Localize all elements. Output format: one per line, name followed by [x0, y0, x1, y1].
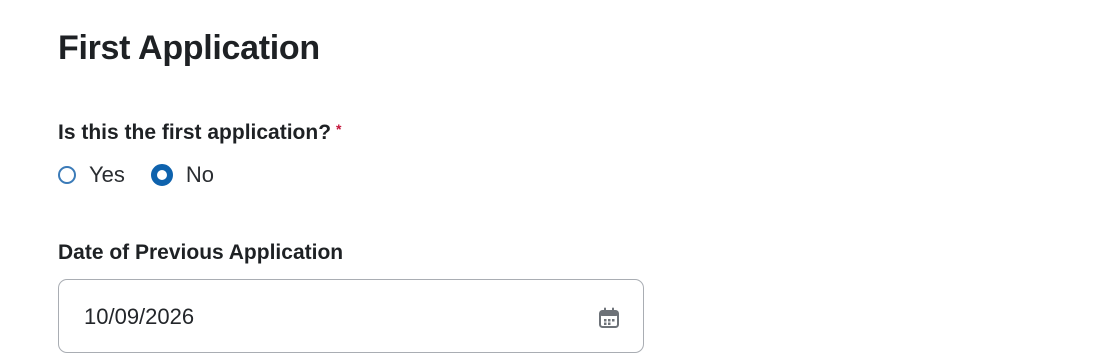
- radio-yes-label: Yes: [89, 162, 125, 187]
- calendar-icon[interactable]: [597, 306, 621, 330]
- radio-yes-unchecked[interactable]: [58, 166, 76, 184]
- previous-application-date-field[interactable]: [58, 279, 644, 354]
- question-text: Is this the first application?: [58, 121, 332, 144]
- first-application-question-label: Is this the first application? *: [58, 117, 341, 145]
- date-input[interactable]: [84, 280, 564, 354]
- radio-no-checked[interactable]: [150, 164, 173, 186]
- radio-option-no[interactable]: No: [150, 161, 215, 189]
- first-application-radio-group: Yes No: [58, 161, 214, 189]
- radio-option-yes[interactable]: Yes: [58, 161, 125, 189]
- radio-no-label: No: [185, 162, 215, 187]
- first-application-section: First Application Is this the first appl…: [58, 0, 1058, 360]
- previous-application-date-label: Date of Previous Application: [58, 241, 344, 264]
- section-title: First Application: [58, 29, 320, 67]
- calendar-icon-graphic: [599, 307, 619, 328]
- required-indicator: *: [336, 121, 342, 137]
